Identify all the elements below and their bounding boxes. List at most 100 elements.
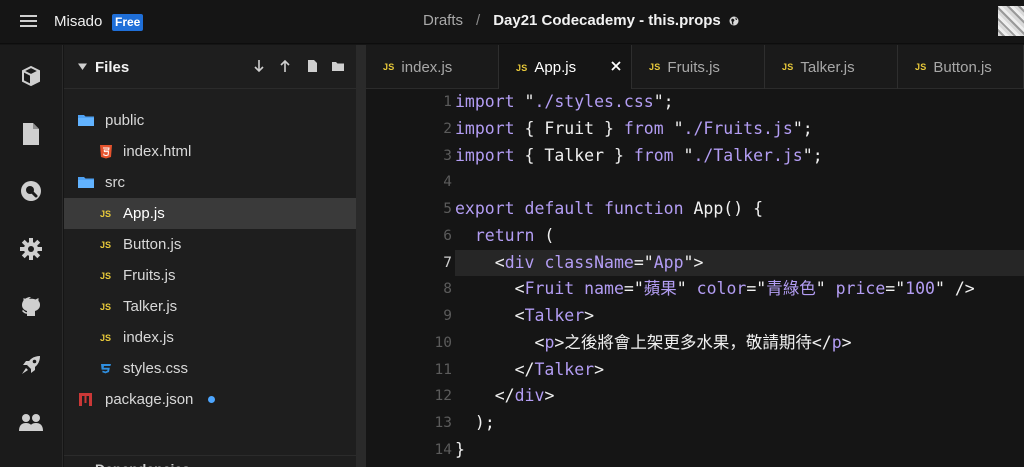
folder-icon [78, 175, 94, 189]
npm-icon [78, 392, 94, 406]
dependencies-header[interactable]: Dependencies [95, 461, 190, 467]
user-avatar[interactable] [998, 6, 1024, 36]
code-text: import { Fruit } from "./Fruits.js"; [455, 118, 813, 138]
html5-icon [99, 144, 115, 159]
code-line[interactable]: 7 <div className="App"> [366, 249, 1024, 277]
code-line[interactable]: 2 import { Fruit } from "./Fruits.js"; [366, 116, 1024, 143]
new-folder-icon[interactable] [331, 59, 345, 73]
tab-label: Fruits.js [667, 58, 720, 76]
code-line[interactable]: 13 ); [366, 410, 1024, 437]
section-divider [64, 455, 356, 456]
editor-tabs: JS index.js JS App.js JS Fruits.js JS Talker.js… [366, 45, 1024, 90]
tab-talker-js[interactable]: JS Talker.js [765, 45, 898, 89]
menu-icon[interactable] [20, 15, 37, 28]
tab-label: index.js [401, 58, 453, 76]
gear-icon[interactable] [18, 236, 44, 262]
code-line[interactable]: 11 </Talker> [366, 357, 1024, 384]
rocket-icon[interactable] [18, 352, 44, 378]
tab-index-js[interactable]: JS index.js [366, 45, 499, 89]
js-icon: JS [782, 62, 794, 72]
file-tree-item[interactable]: public [64, 105, 356, 136]
svg-text:JS: JS [100, 209, 111, 219]
js-icon: JS [383, 62, 395, 72]
breadcrumb-separator: / [476, 12, 481, 29]
code-text: <Fruit name="蘋果" color="青綠色" price="100"… [514, 279, 975, 299]
files-title: Files [95, 59, 130, 76]
code-line[interactable]: 3 import { Talker } from "./Talker.js"; [366, 143, 1024, 170]
new-file-icon[interactable] [305, 59, 319, 73]
code-line[interactable]: 14} [366, 437, 1024, 464]
line-number: 2 [443, 120, 452, 137]
js-icon: JS [99, 237, 115, 251]
js-icon: JS [99, 299, 115, 313]
line-number: 3 [443, 147, 452, 164]
sort-descending-icon[interactable] [252, 59, 266, 73]
file-tree-item[interactable]: JS Button.js [64, 229, 356, 260]
tab-label: Button.js [933, 58, 992, 76]
tab-label: Talker.js [800, 58, 855, 76]
file-tree-label: Fruits.js [123, 267, 176, 284]
code-text: return ( [474, 225, 555, 245]
code-text: </Talker> [514, 359, 605, 379]
code-line[interactable]: 9 <Talker> [366, 303, 1024, 330]
breadcrumb-drafts[interactable]: Drafts [423, 12, 463, 29]
users-icon[interactable] [18, 410, 44, 436]
close-icon[interactable] [611, 61, 621, 71]
line-number: 8 [443, 281, 452, 298]
code-line[interactable]: 8 <Fruit name="蘋果" color="青綠色" price="10… [366, 276, 1024, 303]
svg-text:JS: JS [100, 271, 111, 281]
code-text: import { Talker } from "./Talker.js"; [455, 145, 823, 165]
line-number: 14 [434, 441, 452, 458]
brand-name[interactable]: Misado [54, 13, 102, 30]
sandbox-title[interactable]: Day21 Codecademy - this.props [493, 12, 721, 29]
file-icon[interactable] [18, 121, 44, 147]
file-tree-label: styles.css [123, 360, 189, 377]
github-icon[interactable] [18, 294, 44, 320]
line-number: 11 [434, 361, 452, 378]
code-text: import "./styles.css"; [455, 92, 674, 111]
js-icon: JS [99, 268, 115, 282]
js-icon: JS [99, 206, 115, 220]
code-line[interactable]: 12 </div> [366, 383, 1024, 410]
code-line[interactable]: 5 export default function App() { [366, 196, 1024, 223]
line-number: 7 [443, 254, 452, 271]
file-tree-item[interactable]: JS Talker.js [64, 291, 356, 322]
files-header[interactable]: Files [64, 45, 356, 89]
file-tree-item[interactable]: JS App.js [64, 198, 356, 229]
tab-fruits-js[interactable]: JS Fruits.js [632, 45, 765, 89]
code-editor[interactable]: 1 import "./styles.css"; 2 import { Fruit }… [366, 89, 1024, 467]
file-tree-item[interactable]: JS Fruits.js [64, 260, 356, 291]
file-tree-item[interactable]: styles.css [64, 353, 356, 384]
js-icon: JS [649, 62, 661, 72]
panel-splitter[interactable] [356, 45, 366, 467]
chevron-down-icon[interactable] [78, 62, 87, 71]
tab-button-js[interactable]: JS Button.js [898, 45, 1024, 89]
code-line[interactable]: 4 [366, 169, 1024, 196]
js-icon: JS [915, 62, 927, 72]
code-line[interactable]: 10 <p>之後將會上架更多水果，敬請期待</p> [366, 330, 1024, 357]
line-number: 4 [443, 174, 452, 191]
file-tree-label: package.json [105, 391, 194, 408]
line-number: 12 [434, 388, 452, 405]
tab-app-js[interactable]: JS App.js [499, 45, 632, 90]
code-line[interactable]: 1 import "./styles.css"; [366, 89, 1024, 116]
css3-icon [99, 361, 115, 375]
tab-label: App.js [534, 59, 577, 76]
code-text: <p>之後將會上架更多水果，敬請期待</p> [534, 332, 852, 352]
file-tree-label: public [105, 112, 145, 129]
js-icon: JS [99, 330, 115, 344]
line-number: 5 [443, 201, 452, 217]
file-tree-item[interactable]: package.json [64, 384, 356, 415]
svg-text:JS: JS [100, 302, 111, 312]
sort-ascending-icon[interactable] [278, 59, 292, 73]
line-number: 6 [443, 227, 452, 244]
code-text: <Talker> [514, 306, 595, 325]
cube-icon[interactable] [18, 63, 44, 89]
file-tree-item[interactable]: src [64, 167, 356, 198]
code-text: } [455, 439, 465, 459]
code-line[interactable]: 6 return ( [366, 223, 1024, 250]
file-tree-item[interactable]: index.html [64, 136, 356, 167]
file-tree-item[interactable]: JS index.js [64, 322, 356, 353]
search-icon[interactable] [18, 178, 44, 204]
code-text: export default function App() { [455, 199, 764, 218]
